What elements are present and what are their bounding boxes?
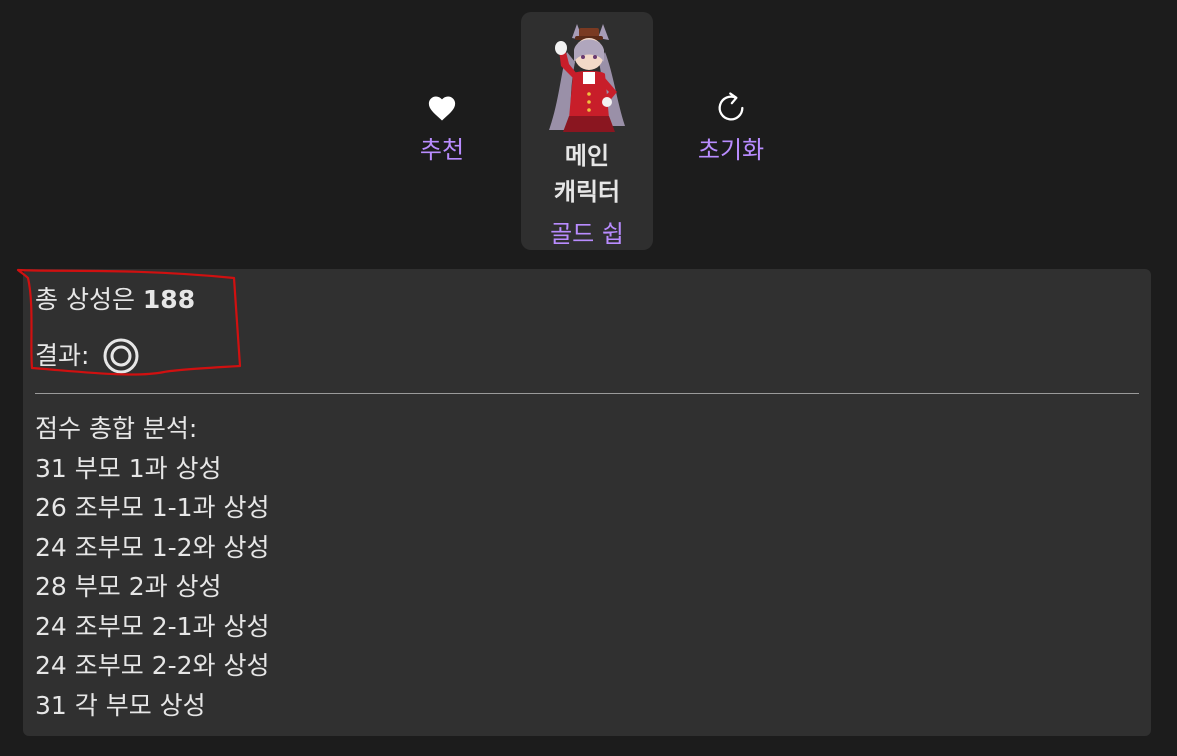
total-prefix: 총 상성은 [35,285,143,314]
total-value: 188 [142,285,196,314]
analysis-line: 24 조부모 2-2와 상성 [35,651,270,680]
analysis-line: 26 조부모 1-1과 상성 [35,493,270,522]
double-circle-icon [103,338,139,374]
analysis-line: 31 각 부모 상성 [35,690,206,720]
total-compatibility: 총 상성은 188 [35,284,195,316]
refresh-icon [713,90,749,126]
result-panel: 총 상성은 188 결과: 점수 총합 분석: 31 부모 1과 상성 26 조… [23,269,1151,736]
score-analysis: 점수 총합 분석: 31 부모 1과 상성 26 조부모 1-1과 상성 24 … [35,409,270,725]
analysis-line: 28 부모 2과 상성 [35,572,222,601]
character-portrait [539,22,635,134]
reset-label: 초기화 [697,136,765,164]
main-character-title: 메인 캐릭터 [553,142,621,206]
analysis-line: 31 부모 1과 상성 [35,453,222,483]
divider [35,393,1139,394]
main-character-card[interactable]: 메인 캐릭터 골드 쉽 [521,12,653,250]
recommend-label: 추천 [419,136,465,164]
analysis-line: 24 조부모 2-1과 상성 [35,611,270,641]
reset-button[interactable]: 초기화 [690,90,772,165]
heart-icon [424,90,460,126]
main-character-name: 골드 쉽 [550,220,624,248]
analysis-heading: 점수 총합 분석: [35,414,198,443]
result-row: 결과: [35,338,139,374]
recommend-button[interactable]: 추천 [410,90,474,165]
analysis-line: 24 조부모 1-2와 상성 [35,532,270,562]
result-label: 결과: [35,341,90,370]
